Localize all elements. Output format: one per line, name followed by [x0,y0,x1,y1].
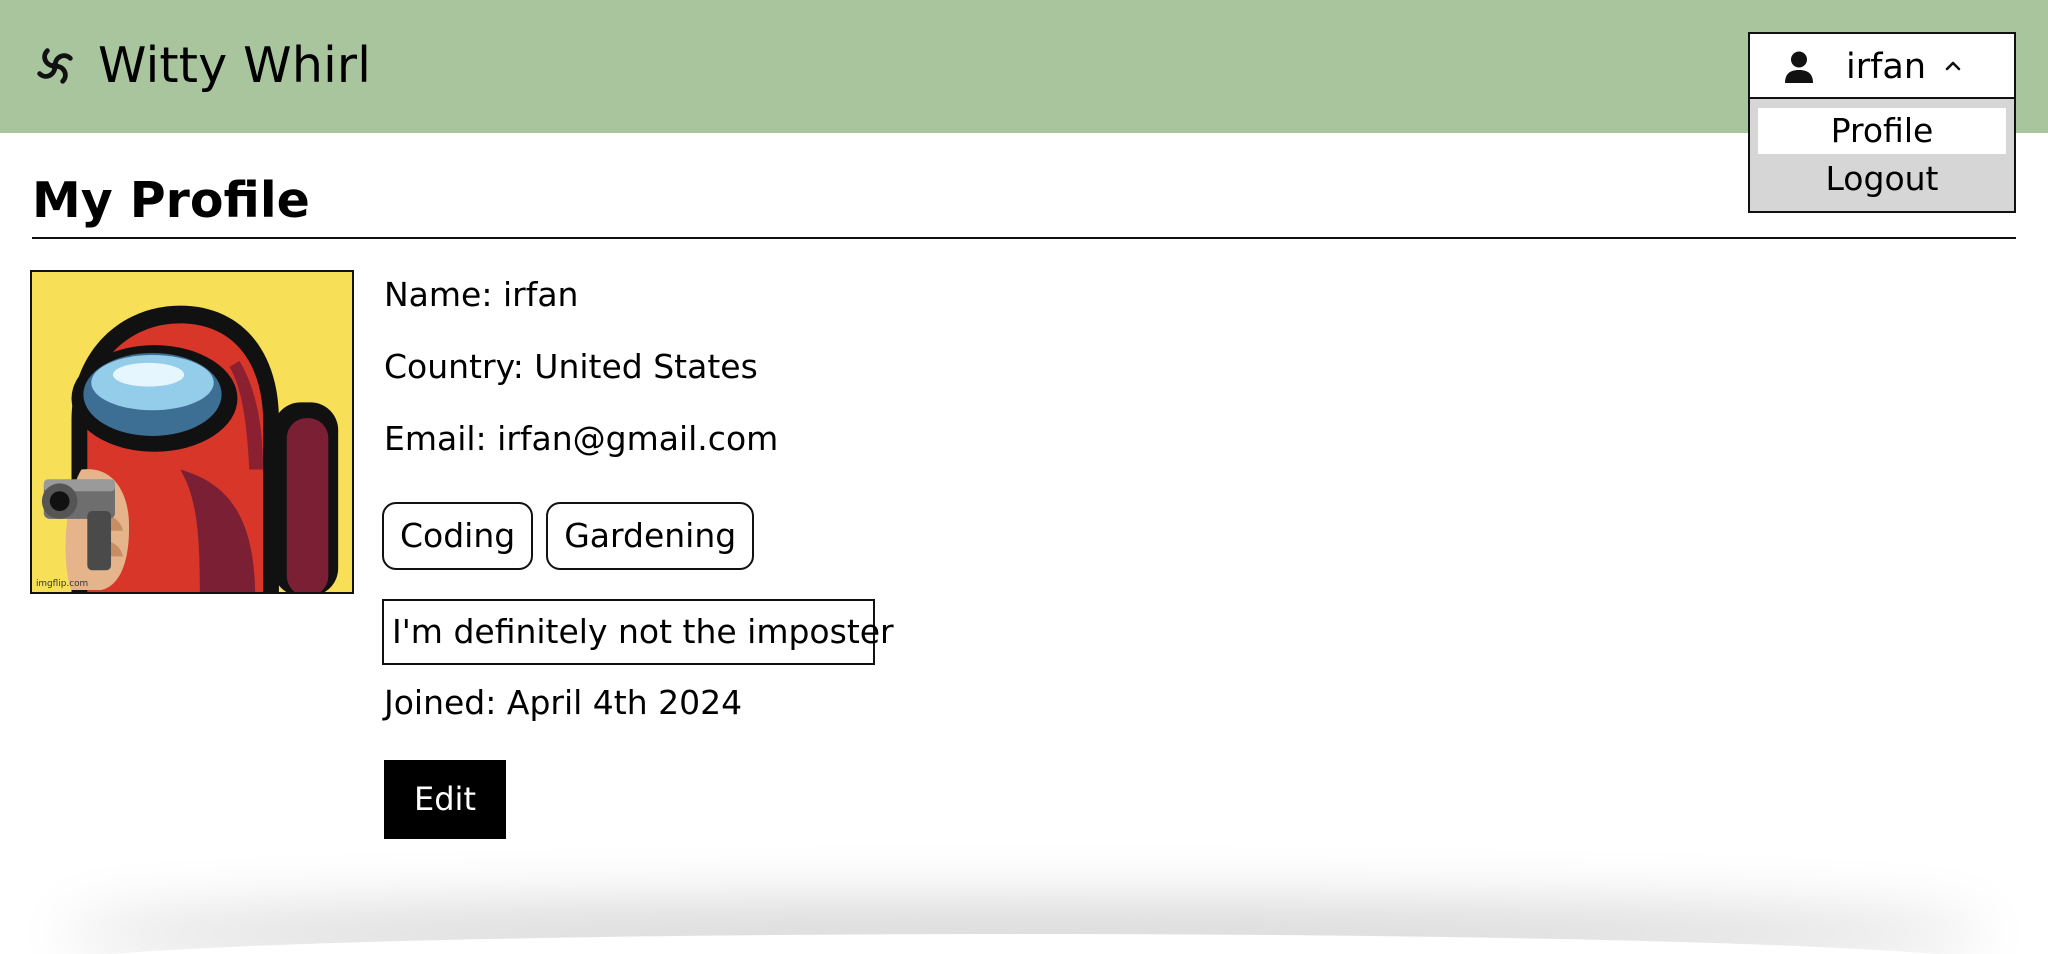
tag-gardening: Gardening [546,502,755,570]
user-icon [1785,51,1813,83]
avatar-image: imgflip.com [32,272,352,592]
brand[interactable]: Witty Whirl [32,30,371,102]
bottom-shadow [60,934,1988,954]
profile-joined: Joined: April 4th 2024 [384,683,743,722]
swirl-icon [37,48,73,84]
username-label: irfan [1846,47,1927,87]
tag-coding: Coding [382,502,534,570]
menu-item-logout[interactable]: Logout [1758,156,2006,202]
page-title: My Profile [32,172,310,229]
user-menu: irfan Profile Logout [1748,32,2016,213]
avatar: imgflip.com [30,270,354,594]
profile-name: Name: irfan [384,275,579,314]
profile-email: Email: irfan@gmail.com [384,419,779,458]
profile-bio: I'm definitely not the imposter [382,599,894,665]
profile-country: Country: United States [384,347,758,386]
interest-tags: Coding Gardening [382,502,755,570]
app-name: Witty Whirl [98,37,372,94]
user-menu-toggle[interactable]: irfan [1750,34,2014,99]
menu-item-profile[interactable]: Profile [1758,108,2006,154]
avatar-watermark: imgflip.com [36,579,88,589]
edit-button[interactable]: Edit [384,760,506,839]
top-header: Witty Whirl [0,0,2048,133]
profile-page: Witty Whirl irfan Profile Logout My Prof… [0,0,2048,954]
chevron-up-icon [1945,61,1961,71]
title-divider [32,237,2016,239]
